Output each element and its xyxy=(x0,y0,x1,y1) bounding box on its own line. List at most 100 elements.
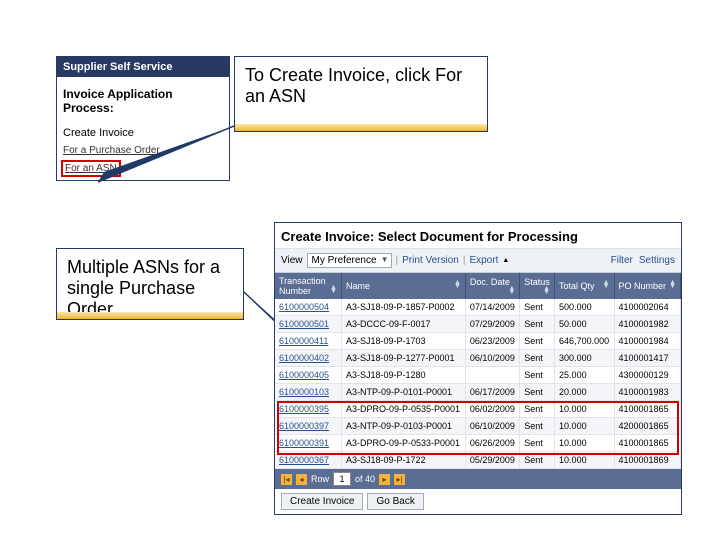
cell-transaction-number[interactable]: 6100000504 xyxy=(275,299,341,316)
cell-status: Sent xyxy=(520,401,555,418)
supplier-self-service-panel: Supplier Self Service Invoice Applicatio… xyxy=(56,56,230,181)
cell-name: A3-SJ18-09-P-1703 xyxy=(341,333,465,350)
cell-doc-date: 05/29/2009 xyxy=(465,452,519,469)
cell-name: A3-SJ18-09-P-1277-P0001 xyxy=(341,350,465,367)
cell-doc-date xyxy=(465,367,519,384)
create-invoice-grid-panel: Create Invoice: Select Document for Proc… xyxy=(274,222,682,515)
table-row[interactable]: 6100000397A3-NTP-09-P-0103-P000106/10/20… xyxy=(275,418,681,435)
cell-po-number: 4100002064 xyxy=(614,299,680,316)
callout-bar-icon xyxy=(57,312,243,319)
col-total-qty[interactable]: Total Qty▲▼ xyxy=(555,273,614,299)
cell-transaction-number[interactable]: 6100000397 xyxy=(275,418,341,435)
table-row[interactable]: 6100000411A3-SJ18-09-P-170306/23/2009Sen… xyxy=(275,333,681,350)
cell-transaction-number[interactable]: 6100000103 xyxy=(275,384,341,401)
cell-transaction-number[interactable]: 6100000391 xyxy=(275,435,341,452)
settings-link[interactable]: Settings xyxy=(639,255,675,266)
col-status[interactable]: Status▲▼ xyxy=(520,273,555,299)
go-back-button[interactable]: Go Back xyxy=(367,493,423,510)
view-label: View xyxy=(281,255,303,266)
cell-doc-date: 06/10/2009 xyxy=(465,350,519,367)
cell-status: Sent xyxy=(520,435,555,452)
cell-doc-date: 06/02/2009 xyxy=(465,401,519,418)
grid-toolbar: View My Preference | Print Version | Exp… xyxy=(275,249,681,273)
cell-po-number: 4100001865 xyxy=(614,401,680,418)
cell-name: A3-SJ18-09-P-1722 xyxy=(341,452,465,469)
cell-name: A3-NTP-09-P-0103-P0001 xyxy=(341,418,465,435)
cell-doc-date: 06/10/2009 xyxy=(465,418,519,435)
callout-create-invoice: To Create Invoice, click For an ASN xyxy=(234,56,488,132)
action-bar: Create Invoice Go Back xyxy=(275,489,681,514)
cell-total-qty: 500.000 xyxy=(555,299,614,316)
create-invoice-label: Create Invoice xyxy=(57,121,229,145)
print-version-link[interactable]: Print Version xyxy=(402,255,459,266)
cell-transaction-number[interactable]: 6100000367 xyxy=(275,452,341,469)
filter-link[interactable]: Filter xyxy=(611,255,633,266)
cell-total-qty: 10.000 xyxy=(555,418,614,435)
cell-po-number: 4100001417 xyxy=(614,350,680,367)
cell-po-number: 4100001869 xyxy=(614,452,680,469)
cell-doc-date: 06/23/2009 xyxy=(465,333,519,350)
table-row[interactable]: 6100000501A3-DCCC-09-F-001707/29/2009Sen… xyxy=(275,316,681,333)
cell-doc-date: 07/29/2009 xyxy=(465,316,519,333)
cell-name: A3-DPRO-09-P-0533-P0001 xyxy=(341,435,465,452)
cell-name: A3-SJ18-09-P-1280 xyxy=(341,367,465,384)
callout-bar-icon xyxy=(235,124,487,131)
cell-total-qty: 300.000 xyxy=(555,350,614,367)
cell-status: Sent xyxy=(520,384,555,401)
pager-next-icon[interactable]: ▸ xyxy=(379,474,390,485)
table-row[interactable]: 6100000405A3-SJ18-09-P-1280 Sent25.000430… xyxy=(275,367,681,384)
cell-po-number: 4200001865 xyxy=(614,418,680,435)
cell-transaction-number[interactable]: 6100000411 xyxy=(275,333,341,350)
callout2-text: Multiple ASNs for a single Purchase Orde… xyxy=(67,257,220,319)
export-link[interactable]: Export xyxy=(469,255,498,266)
cell-total-qty: 10.000 xyxy=(555,401,614,418)
cell-po-number: 4300000129 xyxy=(614,367,680,384)
cell-po-number: 4100001983 xyxy=(614,384,680,401)
table-row[interactable]: 6100000391A3-DPRO-09-P-0533-P000106/26/2… xyxy=(275,435,681,452)
table-row[interactable]: 6100000504A3-SJ18-09-P-1857-P000207/14/2… xyxy=(275,299,681,316)
cell-name: A3-NTP-09-P-0101-P0001 xyxy=(341,384,465,401)
cell-po-number: 4100001982 xyxy=(614,316,680,333)
cell-status: Sent xyxy=(520,316,555,333)
table-row[interactable]: 6100000402A3-SJ18-09-P-1277-P000106/10/2… xyxy=(275,350,681,367)
col-name[interactable]: Name▲▼ xyxy=(341,273,465,299)
pager-current-input[interactable] xyxy=(333,472,351,486)
pager-row-label: Row xyxy=(311,474,329,484)
pager-first-icon[interactable]: |◂ xyxy=(281,474,292,485)
cell-total-qty: 10.000 xyxy=(555,435,614,452)
col-po-number[interactable]: PO Number▲▼ xyxy=(614,273,680,299)
cell-status: Sent xyxy=(520,452,555,469)
col-transaction-number[interactable]: Transaction Number▲▼ xyxy=(275,273,341,299)
table-row[interactable]: 6100000367A3-SJ18-09-P-172205/29/2009Sen… xyxy=(275,452,681,469)
link-for-po[interactable]: For a Purchase Order xyxy=(57,145,229,160)
cell-total-qty: 646,700.000 xyxy=(555,333,614,350)
callout-multiple-asns: Multiple ASNs for a single Purchase Orde… xyxy=(56,248,244,320)
cell-transaction-number[interactable]: 6100000405 xyxy=(275,367,341,384)
cell-doc-date: 06/26/2009 xyxy=(465,435,519,452)
panel1-title: Supplier Self Service xyxy=(57,57,229,77)
pager-prev-icon[interactable]: ◂ xyxy=(296,474,307,485)
cell-status: Sent xyxy=(520,367,555,384)
table-row[interactable]: 6100000395A3-DPRO-09-P-0535-P000106/02/2… xyxy=(275,401,681,418)
cell-status: Sent xyxy=(520,418,555,435)
cell-status: Sent xyxy=(520,299,555,316)
col-doc-date[interactable]: Doc. Date▲▼ xyxy=(465,273,519,299)
cell-doc-date: 07/14/2009 xyxy=(465,299,519,316)
cell-transaction-number[interactable]: 6100000395 xyxy=(275,401,341,418)
pager-total-label: of 40 xyxy=(355,474,375,484)
cell-status: Sent xyxy=(520,350,555,367)
cell-transaction-number[interactable]: 6100000402 xyxy=(275,350,341,367)
create-invoice-button[interactable]: Create Invoice xyxy=(281,493,363,510)
cell-name: A3-SJ18-09-P-1857-P0002 xyxy=(341,299,465,316)
cell-name: A3-DPRO-09-P-0535-P0001 xyxy=(341,401,465,418)
cell-po-number: 4100001865 xyxy=(614,435,680,452)
table-row[interactable]: 6100000103A3-NTP-09-P-0101-P000106/17/20… xyxy=(275,384,681,401)
view-select[interactable]: My Preference xyxy=(307,253,392,268)
grid-title: Create Invoice: Select Document for Proc… xyxy=(275,223,681,249)
cell-total-qty: 50.000 xyxy=(555,316,614,333)
cell-total-qty: 25.000 xyxy=(555,367,614,384)
cell-po-number: 4100001984 xyxy=(614,333,680,350)
pager-last-icon[interactable]: ▸| xyxy=(394,474,405,485)
link-for-asn[interactable]: For an ASN xyxy=(57,160,229,180)
cell-transaction-number[interactable]: 6100000501 xyxy=(275,316,341,333)
